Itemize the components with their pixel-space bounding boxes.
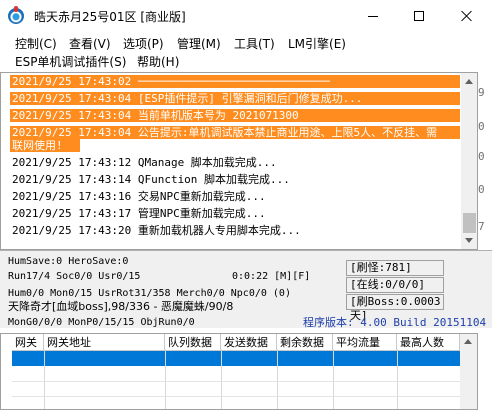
- object-stats: Hum0/0 Mon0/15 UsrRot31/358 Merch0/0 Npc…: [8, 288, 291, 299]
- grid-line: [12, 381, 460, 382]
- log-line: 2021/9/25 17:43:20 重新加载机器人专用脚本完成...: [12, 224, 301, 237]
- log-line: 2021/9/25 17:43:12 QManage 脚本加载完成...: [12, 156, 277, 169]
- save-stats: HumSave:0 HeroSave:0: [8, 256, 129, 267]
- menu-help[interactable]: 帮助(H): [137, 53, 179, 70]
- col-header-avg-traffic[interactable]: 平均流量: [333, 334, 397, 351]
- title-bar[interactable]: 晧天赤月25号01区 [商业版]: [0, 0, 492, 32]
- side-digit: 0: [478, 150, 485, 163]
- menu-esp-plugin[interactable]: ESP单机调试插件(S): [15, 53, 126, 70]
- window-title: 晧天赤月25号01区 [商业版]: [34, 10, 186, 24]
- menu-bar: 控制(C) 查看(V) 选项(P) 管理(M) 工具(T) LM引擎(E) ES…: [0, 32, 492, 72]
- grid-line: [277, 351, 278, 409]
- maximize-button[interactable]: [396, 0, 442, 32]
- close-icon: [461, 10, 473, 22]
- col-header-gateway-address[interactable]: 网关地址: [44, 334, 165, 351]
- minimize-button[interactable]: [350, 0, 396, 32]
- log-scrollbar[interactable]: [461, 73, 477, 249]
- grid-line: [221, 351, 222, 409]
- log-line: 2021/9/25 17:43:14 QFunction 脚本加载完成...: [12, 173, 290, 186]
- log-line: 联网使用!: [10, 139, 80, 152]
- status-panel: HumSave:0 HeroSave:0 Run17/4 Soc0/0 Usr0…: [0, 250, 492, 329]
- side-digit: 9: [478, 86, 485, 99]
- side-digit: 0: [478, 120, 485, 133]
- menu-manage[interactable]: 管理(M): [177, 35, 221, 52]
- grid-line: [12, 396, 460, 397]
- col-header-remaining-data[interactable]: 剩余数据: [277, 334, 333, 351]
- menu-tools[interactable]: 工具(T): [234, 35, 275, 52]
- menu-lm-engine[interactable]: LM引擎(E): [288, 35, 346, 52]
- table-row-selected[interactable]: [12, 351, 460, 366]
- col-header-sent-data[interactable]: 发送数据: [221, 334, 277, 351]
- side-digit: 0: [478, 183, 485, 196]
- log-line: 2021/9/25 17:43:02 ─────────────────────…: [10, 75, 460, 88]
- scroll-up-icon[interactable]: [464, 339, 472, 344]
- uptime-timer: 0:0:22 [M][F]: [232, 271, 311, 282]
- log-line: 2021/9/25 17:43:04 公告提示:单机调试版本禁止商业用途、上限5…: [10, 126, 460, 139]
- menu-options[interactable]: 选项(P): [123, 35, 164, 52]
- scroll-thumb[interactable]: [463, 213, 476, 233]
- menu-control[interactable]: 控制(C): [15, 35, 57, 52]
- log-line: 2021/9/25 17:43:04 当前单机版本号为 2021071300: [10, 109, 460, 122]
- grid-line: [333, 351, 334, 409]
- side-digit: 7: [478, 220, 485, 233]
- col-header-queue-data[interactable]: 队列数据: [165, 334, 221, 351]
- online-counter: [在线:0/0/0]: [346, 277, 444, 293]
- program-version: 程序版本: 4.00 Build 20151104: [303, 316, 487, 329]
- col-header-max-users[interactable]: 最高人数: [397, 334, 460, 351]
- app-logo-icon: [8, 6, 24, 24]
- log-panel[interactable]: 2021/9/25 17:43:02 ─────────────────────…: [0, 72, 478, 250]
- grid-line: [397, 351, 398, 409]
- log-line: 2021/9/25 17:43:17 管理NPC重新加载完成...: [12, 207, 266, 220]
- refresh-counter: [刷怪:781]: [346, 260, 444, 276]
- col-header-gateway[interactable]: 网关: [12, 334, 44, 351]
- gateway-table[interactable]: 网关 网关地址 队列数据 发送数据 剩余数据 平均流量 最高人数: [0, 333, 478, 410]
- minimize-icon: [368, 15, 378, 17]
- scroll-down-icon[interactable]: [465, 238, 473, 243]
- run-stats: Run17/4 Soc0/0 Usr0/15: [8, 271, 141, 282]
- table-scrollbar[interactable]: [460, 334, 477, 409]
- boss-info: 天降奇才[血域boss],98/336 - 恶魔魔蛛/90/8: [8, 300, 234, 313]
- scroll-up-icon[interactable]: [465, 79, 473, 84]
- log-line: 2021/9/25 17:43:04 [ESP插件提示] 引擎漏洞和后门修复成功…: [10, 92, 460, 105]
- grid-line: [44, 351, 45, 409]
- close-button[interactable]: [442, 0, 492, 32]
- menu-view[interactable]: 查看(V): [69, 35, 111, 52]
- maximize-icon: [414, 11, 424, 21]
- monster-stats: MonG0/0/0 MonP0/15/15 ObjRun0/0: [8, 317, 195, 328]
- grid-line: [165, 351, 166, 409]
- boss-rate: [刷Boss:0.0003天]: [346, 294, 444, 322]
- log-line: 2021/9/25 17:43:16 交易NPC重新加载完成...: [12, 190, 266, 203]
